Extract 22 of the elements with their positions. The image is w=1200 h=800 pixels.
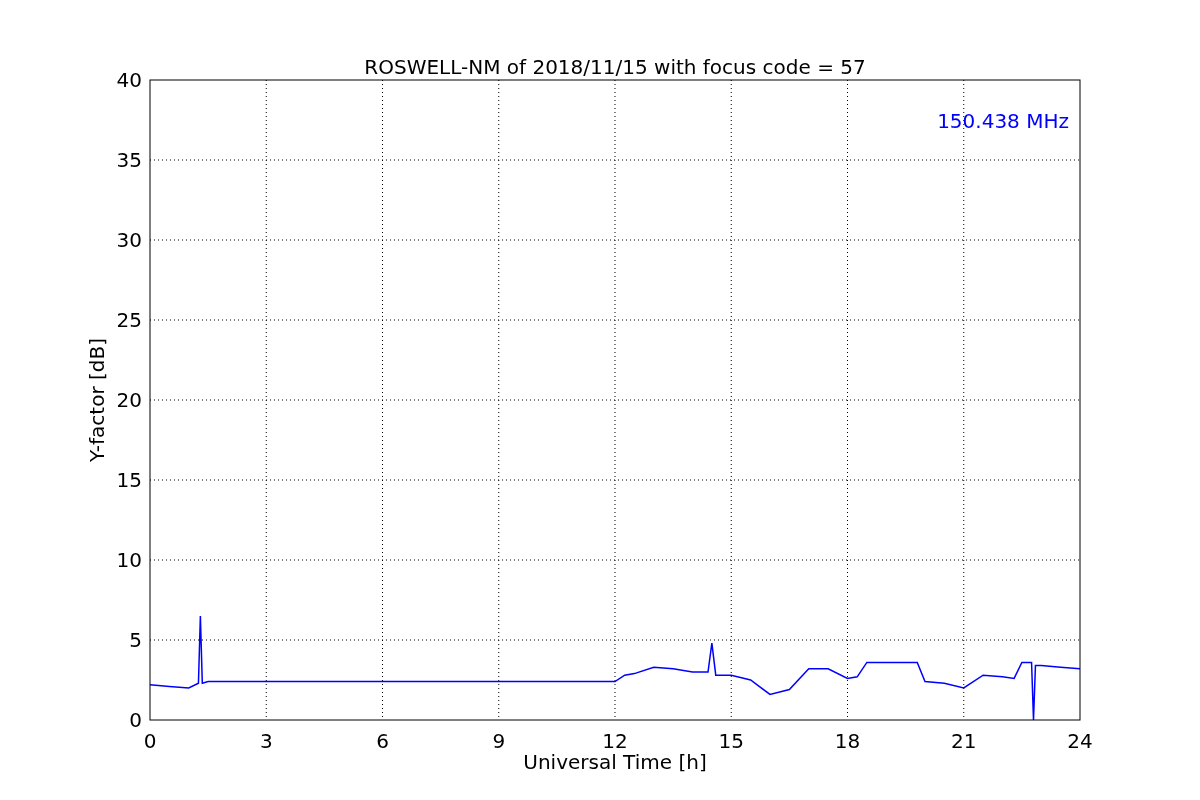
tick-label: 18 — [834, 729, 861, 753]
frequency-label: 150.438 MHz — [937, 109, 1069, 133]
chart-title: ROSWELL-NM of 2018/11/15 with focus code = 57 — [364, 55, 866, 79]
tick-label: 12 — [602, 729, 628, 753]
tick-label: 5 — [129, 628, 142, 652]
axis-label: Universal Time [h] — [523, 750, 707, 774]
tick-label: 3 — [259, 729, 273, 753]
tick-label: 40 — [116, 68, 142, 92]
tick-label: 15 — [116, 468, 142, 492]
tick-label: 0 — [129, 708, 142, 732]
tick-label: 6 — [376, 729, 389, 753]
tick-label: 10 — [116, 548, 142, 572]
tick-label: 15 — [718, 729, 744, 753]
tick-label: 21 — [951, 729, 977, 753]
axis-label: Y-factor [dB] — [85, 338, 109, 462]
tick-label: 35 — [116, 148, 142, 172]
tick-label: 30 — [116, 228, 142, 252]
tick-label: 9 — [492, 729, 506, 753]
tick-label: 24 — [1067, 729, 1093, 753]
tick-label: 0 — [143, 729, 157, 753]
tick-label: 25 — [116, 308, 142, 332]
tick-label: 20 — [116, 388, 142, 412]
